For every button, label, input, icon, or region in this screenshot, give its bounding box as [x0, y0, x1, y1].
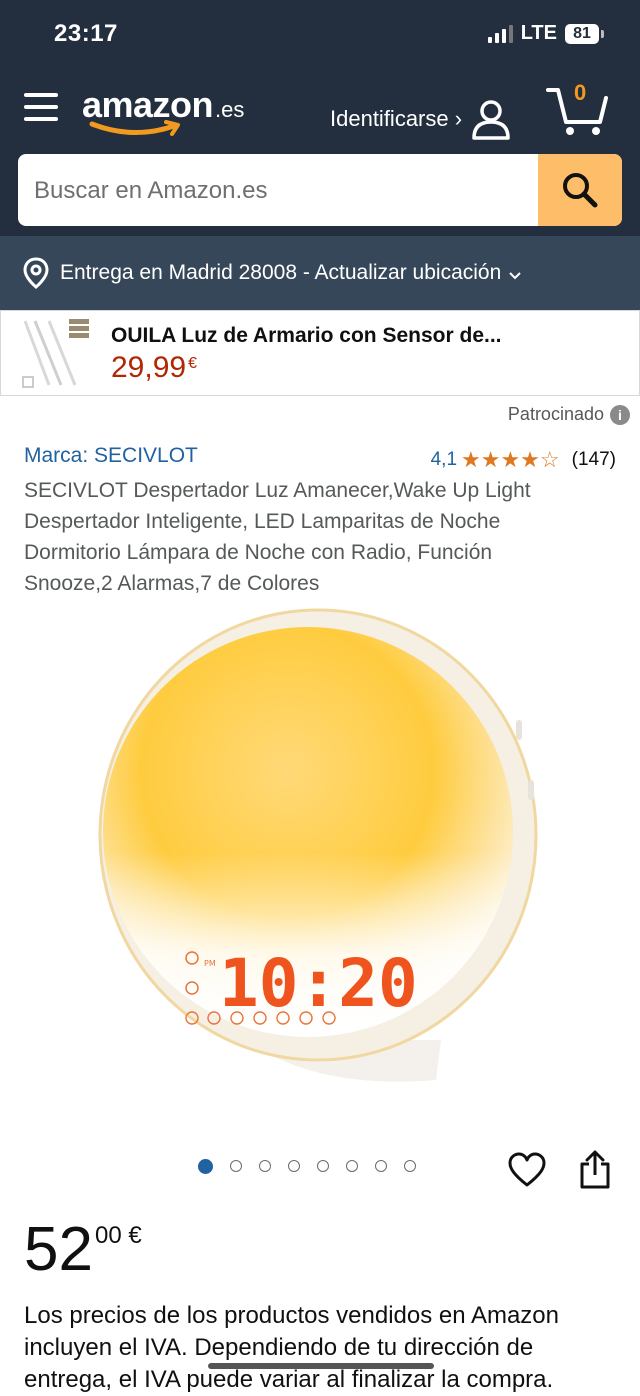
product-title: SECIVLOT Despertador Luz Amanecer,Wake U… — [24, 479, 531, 595]
carousel-dot[interactable] — [346, 1160, 358, 1172]
share-icon — [580, 1150, 610, 1189]
network-label: LTE — [520, 22, 557, 44]
search-bar — [18, 154, 622, 226]
home-indicator[interactable] — [208, 1363, 434, 1369]
rating-value: 4,1 — [430, 449, 458, 470]
cart-button[interactable]: 0 — [546, 80, 610, 138]
search-button[interactable] — [538, 154, 622, 226]
image-carousel-dots — [198, 1159, 416, 1174]
rating-stars-icon: ★★★★☆ — [461, 447, 560, 472]
location-pin-icon — [23, 257, 49, 289]
carousel-dot[interactable] — [198, 1159, 213, 1174]
price-whole: 52 — [24, 1215, 93, 1284]
clock-display: 10:20 — [219, 945, 418, 1022]
hamburger-menu-icon[interactable] — [24, 90, 58, 124]
sponsored-product-title: OUILA Luz de Armario con Sensor de... — [111, 324, 502, 347]
search-input[interactable] — [18, 154, 556, 226]
carousel-dot[interactable] — [317, 1160, 329, 1172]
carousel-dot[interactable] — [259, 1160, 271, 1172]
status-right: LTE 81 — [487, 22, 604, 45]
location-label: Entrega en Madrid 28008 - Actualizar ubi… — [60, 261, 502, 284]
brand-link[interactable]: Marca: SECIVLOT — [24, 444, 198, 468]
sponsored-product-banner[interactable]: OUILA Luz de Armario con Sensor de... 29… — [0, 310, 640, 396]
header: amazon.es Identificarse › 0 — [0, 68, 640, 236]
signin-link[interactable]: Identificarse › — [330, 98, 512, 140]
search-icon — [563, 173, 598, 208]
logo-smile-icon — [89, 120, 180, 136]
logo-word: amazon — [82, 84, 214, 125]
price-fraction: 00 € — [94, 1222, 142, 1249]
rating-summary[interactable]: 4,1 ★★★★☆ (147) — [431, 447, 616, 473]
info-icon: i — [610, 404, 630, 425]
sponsored-label[interactable]: Patrocinado i — [508, 404, 630, 425]
battery-icon: 81 — [565, 23, 604, 44]
status-time: 23:17 — [54, 20, 118, 47]
product-image[interactable]: PM 10:20 — [96, 600, 546, 1100]
product-price: 5200 € — [24, 1214, 142, 1285]
clock-pm-label: PM — [204, 959, 216, 968]
rating-count: (147) — [571, 449, 616, 470]
sponsored-label-text: Patrocinado — [507, 404, 604, 424]
sponsored-product-thumbnail — [22, 319, 89, 388]
logo-tld: .es — [215, 97, 245, 122]
carousel-dot[interactable] — [375, 1160, 387, 1172]
heart-icon — [508, 1152, 546, 1187]
delivery-location-bar[interactable]: Entrega en Madrid 28008 - Actualizar ubi… — [0, 236, 640, 310]
amazon-logo[interactable]: amazon.es — [82, 84, 252, 136]
chevron-down-icon — [509, 272, 521, 280]
carousel-dot[interactable] — [404, 1160, 416, 1172]
signin-label: Identificarse › — [330, 106, 463, 131]
status-bar: 23:17 LTE 81 — [0, 0, 640, 68]
vat-notice: Los precios de los productos vendidos en… — [24, 1300, 624, 1396]
sponsored-product-price: 29,99 € — [111, 351, 197, 385]
battery-level: 81 — [565, 23, 599, 44]
cart-count: 0 — [574, 80, 587, 105]
signal-icon — [487, 24, 513, 43]
carousel-dot[interactable] — [288, 1160, 300, 1172]
user-icon — [472, 100, 510, 140]
sponsored-price-value: 29,99 — [111, 351, 187, 384]
sponsored-price-currency: € — [188, 355, 197, 372]
add-to-wishlist-button[interactable] — [508, 1152, 546, 1193]
carousel-dot[interactable] — [230, 1160, 242, 1172]
share-button[interactable] — [578, 1150, 612, 1195]
